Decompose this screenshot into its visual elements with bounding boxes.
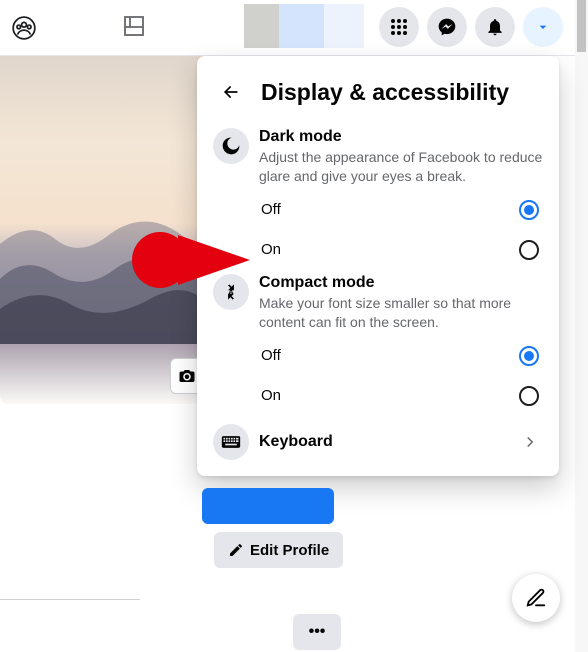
keyboard-row[interactable]: Keyboard [205,416,551,468]
top-bar [0,0,575,56]
panel-title: Display & accessibility [261,79,509,106]
edit-profile-button[interactable]: Edit Profile [214,532,343,568]
dark-mode-title: Dark mode [259,128,543,146]
keyboard-icon [213,424,249,460]
messenger-icon[interactable] [427,7,467,47]
mountain-art [0,184,208,344]
compose-fab[interactable] [512,574,560,622]
compact-mode-on-option[interactable]: On [205,376,551,416]
scrollbar-thumb[interactable] [577,0,586,52]
radio-checked-icon [519,200,539,220]
radio-unchecked-icon [519,386,539,406]
gaming-icon[interactable] [120,12,148,40]
menu-grid-icon[interactable] [379,7,419,47]
divider [0,599,140,600]
notifications-icon[interactable] [475,7,515,47]
cover-photo [0,56,208,404]
moon-icon [213,128,249,164]
svg-text:A: A [228,287,234,296]
display-accessibility-panel: Display & accessibility Dark mode Adjust… [197,56,559,476]
radio-label: Off [261,201,281,218]
edit-profile-label: Edit Profile [250,542,329,559]
compact-icon: A [213,274,249,310]
keyboard-label: Keyboard [259,433,333,451]
compact-mode-title: Compact mode [259,274,543,292]
groups-icon[interactable] [4,8,44,48]
page-scrollbar[interactable] [575,0,588,652]
dark-mode-off-option[interactable]: Off [205,190,551,230]
pencil-icon [228,542,244,558]
radio-label: On [261,241,281,258]
compact-mode-desc: Make your font size smaller so that more… [259,294,543,332]
dark-mode-desc: Adjust the appearance of Facebook to red… [259,148,543,186]
dark-mode-on-option[interactable]: On [205,230,551,270]
radio-unchecked-icon [519,240,539,260]
back-button[interactable] [213,74,249,110]
dark-mode-section: Dark mode Adjust the appearance of Faceb… [205,124,551,190]
compact-mode-off-option[interactable]: Off [205,336,551,376]
more-icon: ••• [309,623,326,641]
more-button[interactable]: ••• [293,614,341,650]
center-tabs [244,4,364,48]
camera-icon [178,368,196,384]
chevron-right-icon [521,433,539,451]
topbar-actions [379,7,563,47]
compact-mode-section: A Compact mode Make your font size small… [205,270,551,336]
primary-action-button[interactable] [202,488,334,524]
account-menu-toggle[interactable] [523,7,563,47]
arrow-left-icon [221,82,241,102]
radio-label: On [261,387,281,404]
panel-header: Display & accessibility [205,64,551,124]
radio-checked-icon [519,346,539,366]
radio-label: Off [261,347,281,364]
edit-icon [525,587,547,609]
